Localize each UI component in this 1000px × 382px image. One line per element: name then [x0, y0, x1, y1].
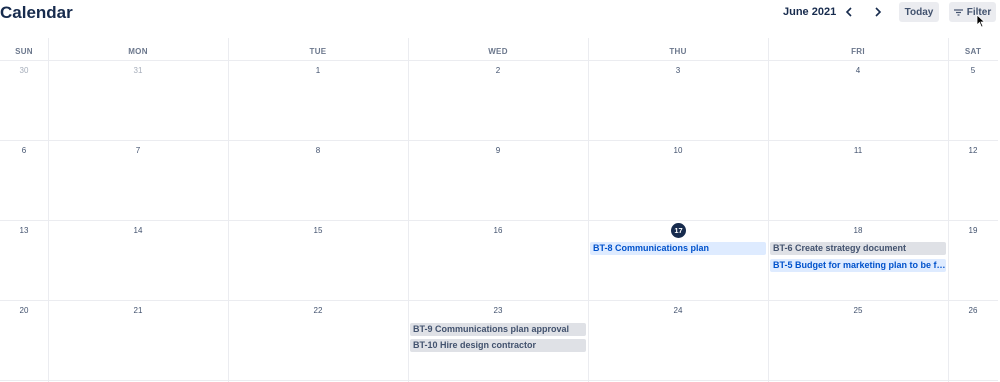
- day-number[interactable]: 18: [768, 226, 948, 235]
- day-number[interactable]: 15: [228, 226, 408, 235]
- event-bt-10[interactable]: BT-10 Hire design contractor: [410, 339, 586, 352]
- weekday-sun: SUN: [15, 47, 33, 56]
- day-number[interactable]: 21: [48, 306, 228, 315]
- day-number[interactable]: 7: [48, 146, 228, 155]
- day-number[interactable]: 2: [408, 66, 588, 75]
- day-number[interactable]: 31: [48, 66, 228, 75]
- column-divider: [948, 38, 949, 382]
- event-bt-8[interactable]: BT-8 Communications plan: [590, 242, 766, 255]
- row-divider: [0, 300, 998, 301]
- day-number[interactable]: 25: [768, 306, 948, 315]
- filter-button[interactable]: Filter: [949, 2, 996, 22]
- day-number[interactable]: 11: [768, 146, 948, 155]
- calendar-grid: SUN MON TUE WED THU FRI SAT 30 31 1 2 3 …: [0, 38, 998, 382]
- chevron-right-icon: [875, 7, 882, 17]
- column-divider: [408, 38, 409, 382]
- weekday-mon: MON: [128, 47, 148, 56]
- current-month-label: June 2021: [783, 6, 837, 18]
- day-number[interactable]: 13: [0, 226, 48, 235]
- day-number[interactable]: 12: [948, 146, 998, 155]
- day-number[interactable]: 23: [408, 306, 588, 315]
- day-number[interactable]: 6: [0, 146, 48, 155]
- today-button[interactable]: Today: [899, 2, 939, 22]
- day-number[interactable]: 20: [0, 306, 48, 315]
- day-number[interactable]: 9: [408, 146, 588, 155]
- day-number[interactable]: 8: [228, 146, 408, 155]
- day-number[interactable]: 16: [408, 226, 588, 235]
- today-button-label: Today: [904, 6, 934, 18]
- today-day-badge[interactable]: 17: [671, 223, 686, 238]
- row-divider: [0, 140, 998, 141]
- row-divider: [0, 220, 998, 221]
- mouse-cursor-icon: [976, 14, 986, 28]
- weekday-sat: SAT: [964, 47, 982, 56]
- event-bt-5[interactable]: BT-5 Budget for marketing plan to be fin…: [770, 259, 946, 272]
- row-divider: [0, 380, 998, 381]
- day-number[interactable]: 1: [228, 66, 408, 75]
- day-number[interactable]: 3: [588, 66, 768, 75]
- day-number[interactable]: 10: [588, 146, 768, 155]
- column-divider: [768, 38, 769, 382]
- weekday-wed: WED: [488, 47, 508, 56]
- page-title: Calendar: [0, 3, 73, 22]
- column-divider: [228, 38, 229, 382]
- filter-icon: [953, 8, 963, 16]
- weekday-tue: TUE: [309, 47, 327, 56]
- weekday-header-row: SUN MON TUE WED THU FRI SAT: [0, 38, 998, 61]
- chevron-left-icon: [845, 7, 852, 17]
- day-number[interactable]: 14: [48, 226, 228, 235]
- weekday-fri: FRI: [851, 47, 865, 56]
- event-bt-9[interactable]: BT-9 Communications plan approval: [410, 323, 586, 336]
- previous-month-button[interactable]: [841, 3, 857, 21]
- day-number[interactable]: 26: [948, 306, 998, 315]
- column-divider: [48, 38, 49, 382]
- day-number[interactable]: 24: [588, 306, 768, 315]
- event-bt-6[interactable]: BT-6 Create strategy document: [770, 242, 946, 255]
- day-number[interactable]: 4: [768, 66, 948, 75]
- day-number[interactable]: 30: [0, 66, 48, 75]
- day-number[interactable]: 22: [228, 306, 408, 315]
- day-number[interactable]: 5: [948, 66, 998, 75]
- weekday-thu: THU: [669, 47, 687, 56]
- column-divider: [588, 38, 589, 382]
- day-number[interactable]: 19: [948, 226, 998, 235]
- next-month-button[interactable]: [870, 3, 886, 21]
